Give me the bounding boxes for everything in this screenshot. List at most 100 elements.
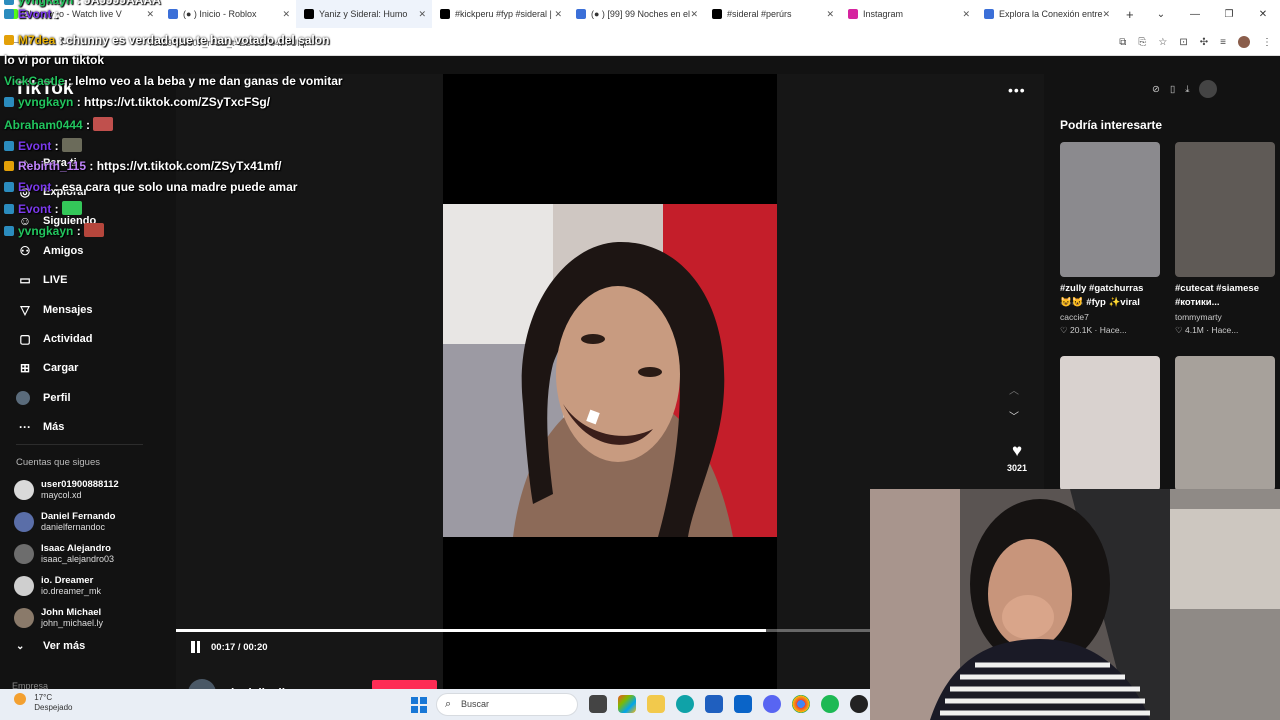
tab-close-icon[interactable]: ✕ bbox=[826, 9, 834, 20]
live-icon: ▭ bbox=[19, 273, 31, 288]
edge-icon[interactable] bbox=[676, 695, 694, 713]
browser-tab[interactable]: #sideral #perúrs ✕ bbox=[704, 0, 840, 28]
sidebar-item-más[interactable]: ··· Más bbox=[16, 413, 166, 442]
chat-username: yvngkayn bbox=[18, 95, 74, 109]
file-explorer-icon[interactable] bbox=[647, 695, 665, 713]
translate-icon[interactable]: ⧉ bbox=[1119, 37, 1126, 48]
card-user[interactable]: caccie7 bbox=[1060, 312, 1160, 322]
like-action[interactable]: ♥ 3021 bbox=[1004, 442, 1030, 474]
task-view-icon[interactable] bbox=[589, 695, 607, 713]
sidebar-item-live[interactable]: ▭ LIVE bbox=[16, 266, 166, 295]
tab-label: (● ) [99] 99 Noches en el bbox=[591, 9, 690, 19]
discord-icon[interactable] bbox=[763, 695, 781, 713]
chrome-icon[interactable] bbox=[792, 695, 810, 713]
chat-separator: : bbox=[51, 180, 63, 194]
sidebar-divider bbox=[16, 444, 143, 445]
video-content[interactable] bbox=[443, 204, 777, 537]
chat-separator: : bbox=[51, 202, 63, 216]
recommended-video-card[interactable] bbox=[1175, 356, 1275, 491]
device-icon[interactable]: ▯ bbox=[1170, 84, 1175, 95]
menu-icon[interactable]: ⋮ bbox=[1262, 37, 1272, 48]
card-user[interactable]: tommymarty bbox=[1175, 312, 1275, 322]
following-item[interactable]: io. Dreamer io.dreamer_mk bbox=[14, 570, 174, 602]
sidebar-item-mensajes[interactable]: ▽ Mensajes bbox=[16, 295, 166, 324]
restore-icon[interactable]: ❐ bbox=[1212, 9, 1246, 20]
recommended-video-card[interactable]: #cutecat #siamese #котики... tommymarty ♡ 4… bbox=[1175, 142, 1275, 336]
sidebar-item-actividad[interactable]: ▢ Actividad bbox=[16, 324, 166, 353]
download-icon[interactable]: ⤓ bbox=[1185, 84, 1189, 95]
tab-close-icon[interactable]: ✕ bbox=[554, 9, 562, 20]
chat-badge-icon bbox=[4, 0, 14, 5]
chat-badge-icon bbox=[4, 204, 14, 214]
following-item[interactable]: John Michael john_michael.ly bbox=[14, 602, 174, 634]
chat-text: lo vi por un tiktok bbox=[4, 53, 105, 67]
video-progress-bar[interactable] bbox=[176, 629, 870, 632]
speed-icon[interactable]: ⊘ bbox=[1152, 84, 1160, 95]
chat-username: Evont bbox=[18, 7, 52, 21]
minimize-icon[interactable]: — bbox=[1178, 9, 1212, 20]
following-item[interactable]: user01900888112 maycol.xd bbox=[14, 474, 174, 506]
chat-separator: : bbox=[86, 159, 97, 173]
video-thumbnail[interactable] bbox=[1060, 356, 1160, 491]
recording-icon[interactable] bbox=[1199, 80, 1218, 98]
media-icon[interactable]: ≡ bbox=[1220, 37, 1226, 48]
tab-favicon-icon bbox=[848, 9, 858, 19]
windows-start-icon[interactable] bbox=[411, 697, 427, 713]
player-tools: ⊘ ▯ ⤓ bbox=[1152, 80, 1218, 98]
install-icon[interactable]: ⎘ bbox=[1138, 37, 1146, 48]
tab-search-icon[interactable]: ⌄ bbox=[1144, 9, 1178, 20]
avatar bbox=[14, 576, 34, 596]
following-item[interactable]: Isaac Alejandro isaac_alejandro03 bbox=[14, 538, 174, 570]
webcam-image bbox=[870, 489, 1280, 720]
pause-icon[interactable] bbox=[190, 641, 201, 653]
video-thumbnail[interactable] bbox=[1175, 356, 1275, 491]
outlook-icon[interactable] bbox=[734, 695, 752, 713]
browser-tab[interactable]: Instagram ✕ bbox=[840, 0, 976, 28]
taskbar: 17°C Despejado ⌕ Buscar bbox=[0, 689, 870, 720]
following-name: Daniel Fernando bbox=[41, 511, 116, 522]
screen: Chunny_o - Watch live V ✕ (● ) Inicio - Ro… bbox=[0, 0, 1280, 720]
card-description: 😺😺 #fyp ✨viral bbox=[1060, 297, 1140, 308]
bookmark-star-icon[interactable]: ☆ bbox=[1158, 37, 1167, 48]
taskbar-search[interactable]: ⌕ Buscar bbox=[436, 693, 578, 716]
recommended-video-card[interactable] bbox=[1060, 356, 1160, 491]
puzzle-icon[interactable]: ✣ bbox=[1200, 37, 1208, 48]
spotify-icon[interactable] bbox=[821, 695, 839, 713]
close-window-icon[interactable]: ✕ bbox=[1246, 9, 1280, 20]
tab-close-icon[interactable]: ✕ bbox=[690, 9, 698, 20]
chat-username: Evont bbox=[18, 180, 52, 194]
chat-username: yvngkayn bbox=[18, 0, 74, 7]
tab-close-icon[interactable]: ✕ bbox=[962, 9, 970, 20]
video-progress-fill bbox=[176, 629, 766, 632]
video-thumbnail[interactable] bbox=[1060, 142, 1160, 277]
chevron-down-icon[interactable]: ﹀ bbox=[1009, 408, 1019, 434]
window-controls: ⌄ — ❐ ✕ bbox=[1144, 0, 1280, 28]
chevron-up-icon[interactable]: ︿ bbox=[1009, 382, 1019, 408]
browser-tab[interactable]: Explora la Conexión entre ✕ bbox=[976, 0, 1116, 28]
browser-tab[interactable]: #kickperu #fyp #sideral | ✕ bbox=[432, 0, 568, 28]
chat-username: Evont bbox=[18, 139, 52, 153]
more-options-icon[interactable]: ••• bbox=[1008, 82, 1026, 98]
copilot-icon[interactable] bbox=[618, 695, 636, 713]
profile-avatar[interactable] bbox=[1238, 36, 1250, 48]
sidebar-item-cargar[interactable]: ⊞ Cargar bbox=[16, 354, 166, 383]
chevron-down-icon: ⌄ bbox=[16, 640, 25, 652]
browser-tab[interactable]: (● ) [99] 99 Noches en el ✕ bbox=[568, 0, 704, 28]
following-item[interactable]: Daniel Fernando danielfernandoc bbox=[14, 506, 174, 538]
card-stats: ♡ 20.1K · Hace... bbox=[1060, 325, 1127, 335]
weather-widget[interactable]: 17°C Despejado bbox=[14, 693, 72, 713]
chat-username: Abraham0444 bbox=[4, 118, 83, 132]
recommended-video-card[interactable]: #zully #gatchurras 😺😺 #fyp ✨viral caccie7 ♡… bbox=[1060, 142, 1160, 336]
tab-close-icon[interactable]: ✕ bbox=[1102, 9, 1110, 20]
video-thumbnail[interactable] bbox=[1175, 142, 1275, 277]
obs-icon[interactable] bbox=[850, 695, 868, 713]
extensions-icon[interactable]: ⊡ bbox=[1179, 37, 1187, 48]
tab-label: Instagram bbox=[863, 9, 904, 19]
chat-message: VickCastle : lelmo veo a la beba y me da… bbox=[4, 74, 343, 88]
store-icon[interactable] bbox=[705, 695, 723, 713]
sidebar-item-perfil[interactable]: Perfil bbox=[16, 383, 166, 412]
following-name: user01900888112 bbox=[41, 479, 119, 490]
see-more-link[interactable]: ⌄ Ver más bbox=[16, 640, 85, 652]
new-tab-icon[interactable]: + bbox=[1126, 7, 1134, 22]
taskbar-apps bbox=[589, 695, 868, 713]
